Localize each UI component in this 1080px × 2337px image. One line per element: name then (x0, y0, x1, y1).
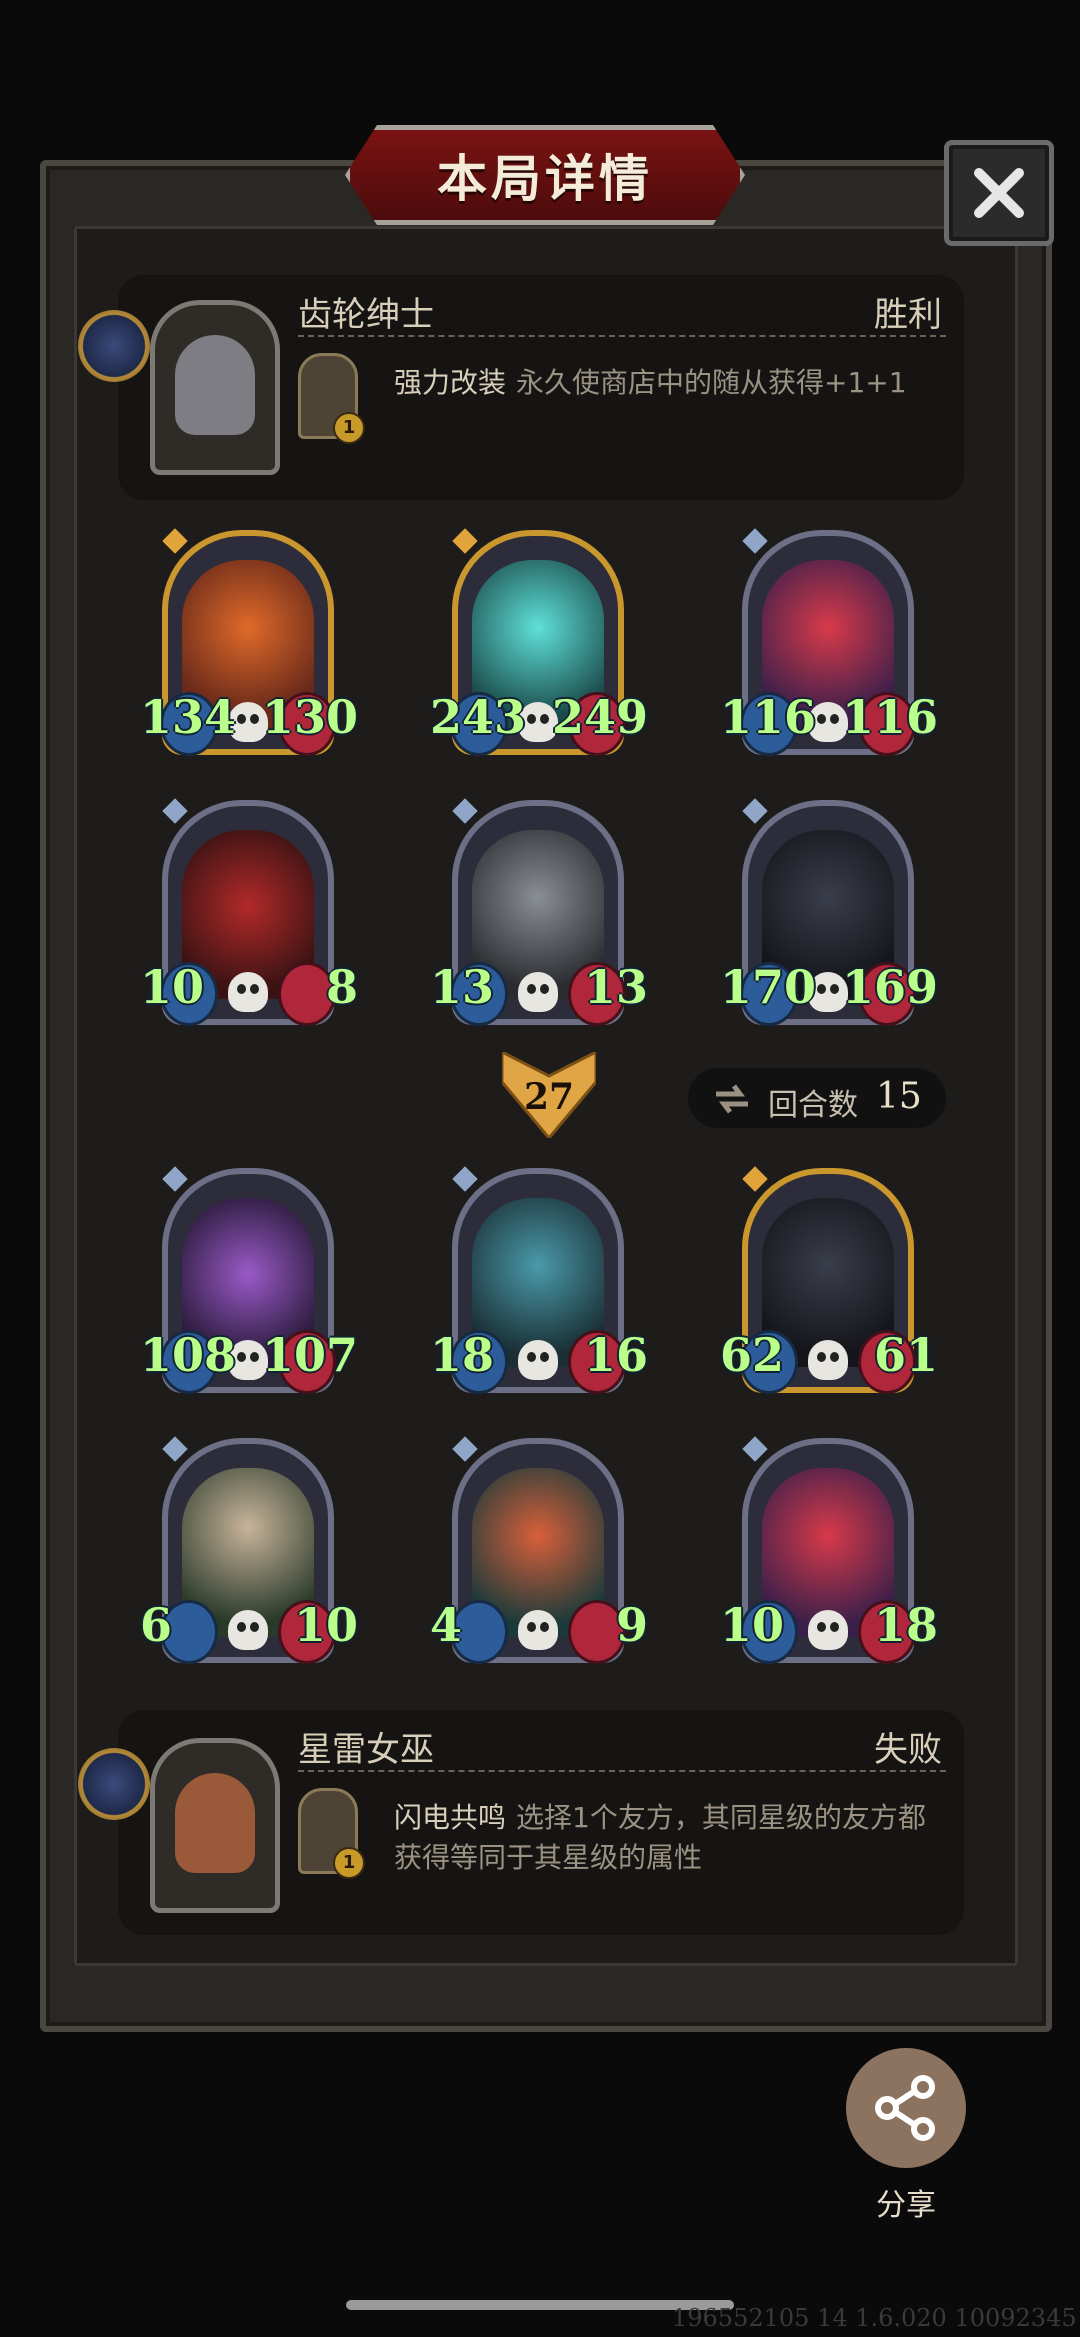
minion-card[interactable]: 13 13 (430, 798, 648, 1030)
bottom-hero-avatar[interactable] (150, 1738, 280, 1913)
health-value: 107 (261, 1328, 358, 1382)
bottom-player-name: 星雷女巫 (298, 1730, 434, 1770)
star-tier-icon (162, 798, 188, 824)
attack-value: 10 (140, 960, 205, 1014)
attack-value: 134 (140, 690, 237, 744)
divider (298, 1770, 946, 1772)
star-tier-icon (452, 798, 478, 824)
minion-card[interactable]: 170 169 (720, 798, 938, 1030)
top-player-result: 胜利 (874, 295, 942, 335)
skull-icon (228, 972, 268, 1012)
hero-skill-text: 强力改装 永久使商店中的随从获得+1+1 (394, 363, 934, 403)
attack-value: 62 (720, 1328, 785, 1382)
close-icon (974, 168, 1024, 218)
health-value: 116 (841, 690, 938, 744)
skull-icon (518, 972, 558, 1012)
star-tier-icon (742, 1436, 768, 1462)
page-title: 本局详情 (437, 150, 653, 208)
minion-card[interactable]: 6 10 (140, 1436, 358, 1668)
star-tier-icon (742, 798, 768, 824)
top-player-name: 齿轮绅士 (298, 295, 434, 335)
minion-card[interactable]: 10 8 (140, 798, 358, 1030)
star-tier-icon (162, 528, 188, 554)
round-counter: 回合数 15 (688, 1068, 946, 1128)
health-value: 169 (841, 960, 938, 1014)
health-value: 249 (551, 690, 648, 744)
skull-icon (228, 1610, 268, 1650)
round-label: 回合数 (768, 1088, 858, 1123)
wave-marker: 27 (500, 1049, 598, 1141)
share-button[interactable] (846, 2048, 966, 2168)
skull-icon (518, 1340, 558, 1380)
minion-card[interactable]: 134 130 (140, 528, 358, 760)
attack-value: 243 (430, 690, 527, 744)
minion-card[interactable]: 18 16 (430, 1166, 648, 1398)
health-value: 130 (261, 690, 358, 744)
minion-card[interactable]: 116 116 (720, 528, 938, 760)
star-tier-icon (162, 1166, 188, 1192)
health-value: 61 (873, 1328, 938, 1382)
hero-skill-text: 闪电共鸣 选择1个友方，其同星级的友方都获得等同于其星级的属性 (394, 1798, 934, 1878)
top-hero-avatar[interactable] (150, 300, 280, 475)
minion-card[interactable]: 10 18 (720, 1436, 938, 1668)
star-tier-icon (452, 1436, 478, 1462)
star-thunder-witch-portrait (175, 1773, 255, 1873)
star-tier-icon (742, 1166, 768, 1192)
hero-skill-icon[interactable]: 1 (298, 1788, 365, 1879)
attack-value: 6 (140, 1598, 173, 1652)
health-value: 8 (325, 960, 358, 1014)
skill-name: 强力改装 (394, 366, 507, 399)
skill-description: 永久使商店中的随从获得+1+1 (516, 366, 907, 399)
health-value: 9 (615, 1598, 648, 1652)
title-plate: 本局详情 (345, 125, 745, 225)
attack-value: 108 (140, 1328, 237, 1382)
refresh-icon (716, 1084, 748, 1114)
round-value: 15 (876, 1076, 922, 1117)
close-button[interactable] (944, 140, 1054, 246)
share-label: 分享 (876, 2188, 936, 2223)
skill-name: 闪电共鸣 (394, 1801, 507, 1834)
skull-icon (518, 1610, 558, 1650)
skill-level-badge: 1 (333, 412, 365, 444)
skill-level-badge: 1 (333, 1847, 365, 1879)
attack-value: 18 (430, 1328, 495, 1382)
divider (298, 335, 946, 337)
minion-card[interactable]: 108 107 (140, 1166, 358, 1398)
star-tier-icon (162, 1436, 188, 1462)
attack-value: 170 (720, 960, 817, 1014)
star-tier-icon (452, 528, 478, 554)
pocket-watch-icon (78, 310, 150, 382)
minion-card[interactable]: 49 (430, 1436, 648, 1668)
attack-value: 116 (720, 690, 817, 744)
attack-value: 10 (720, 1598, 785, 1652)
attack-value: 4 (430, 1598, 463, 1652)
health-value: 13 (583, 960, 648, 1014)
pocket-watch-icon (78, 1748, 150, 1820)
minion-card[interactable]: 62 61 (720, 1166, 938, 1398)
attack-value: 13 (430, 960, 495, 1014)
share-icon (875, 2075, 935, 2141)
skull-icon (808, 1340, 848, 1380)
gear-gentleman-portrait (175, 335, 255, 435)
bottom-player-result: 失败 (874, 1730, 942, 1770)
build-id: 196552105 14 1.6.020 10092345 (672, 2304, 1077, 2332)
minion-card[interactable]: 243 249 (430, 528, 648, 760)
health-value: 16 (583, 1328, 648, 1382)
skull-icon (808, 1610, 848, 1650)
star-tier-icon (742, 528, 768, 554)
health-value: 10 (293, 1598, 358, 1652)
health-value: 18 (873, 1598, 938, 1652)
hero-skill-icon[interactable]: 1 (298, 353, 365, 444)
star-tier-icon (452, 1166, 478, 1192)
wave-count: 27 (523, 1076, 575, 1118)
